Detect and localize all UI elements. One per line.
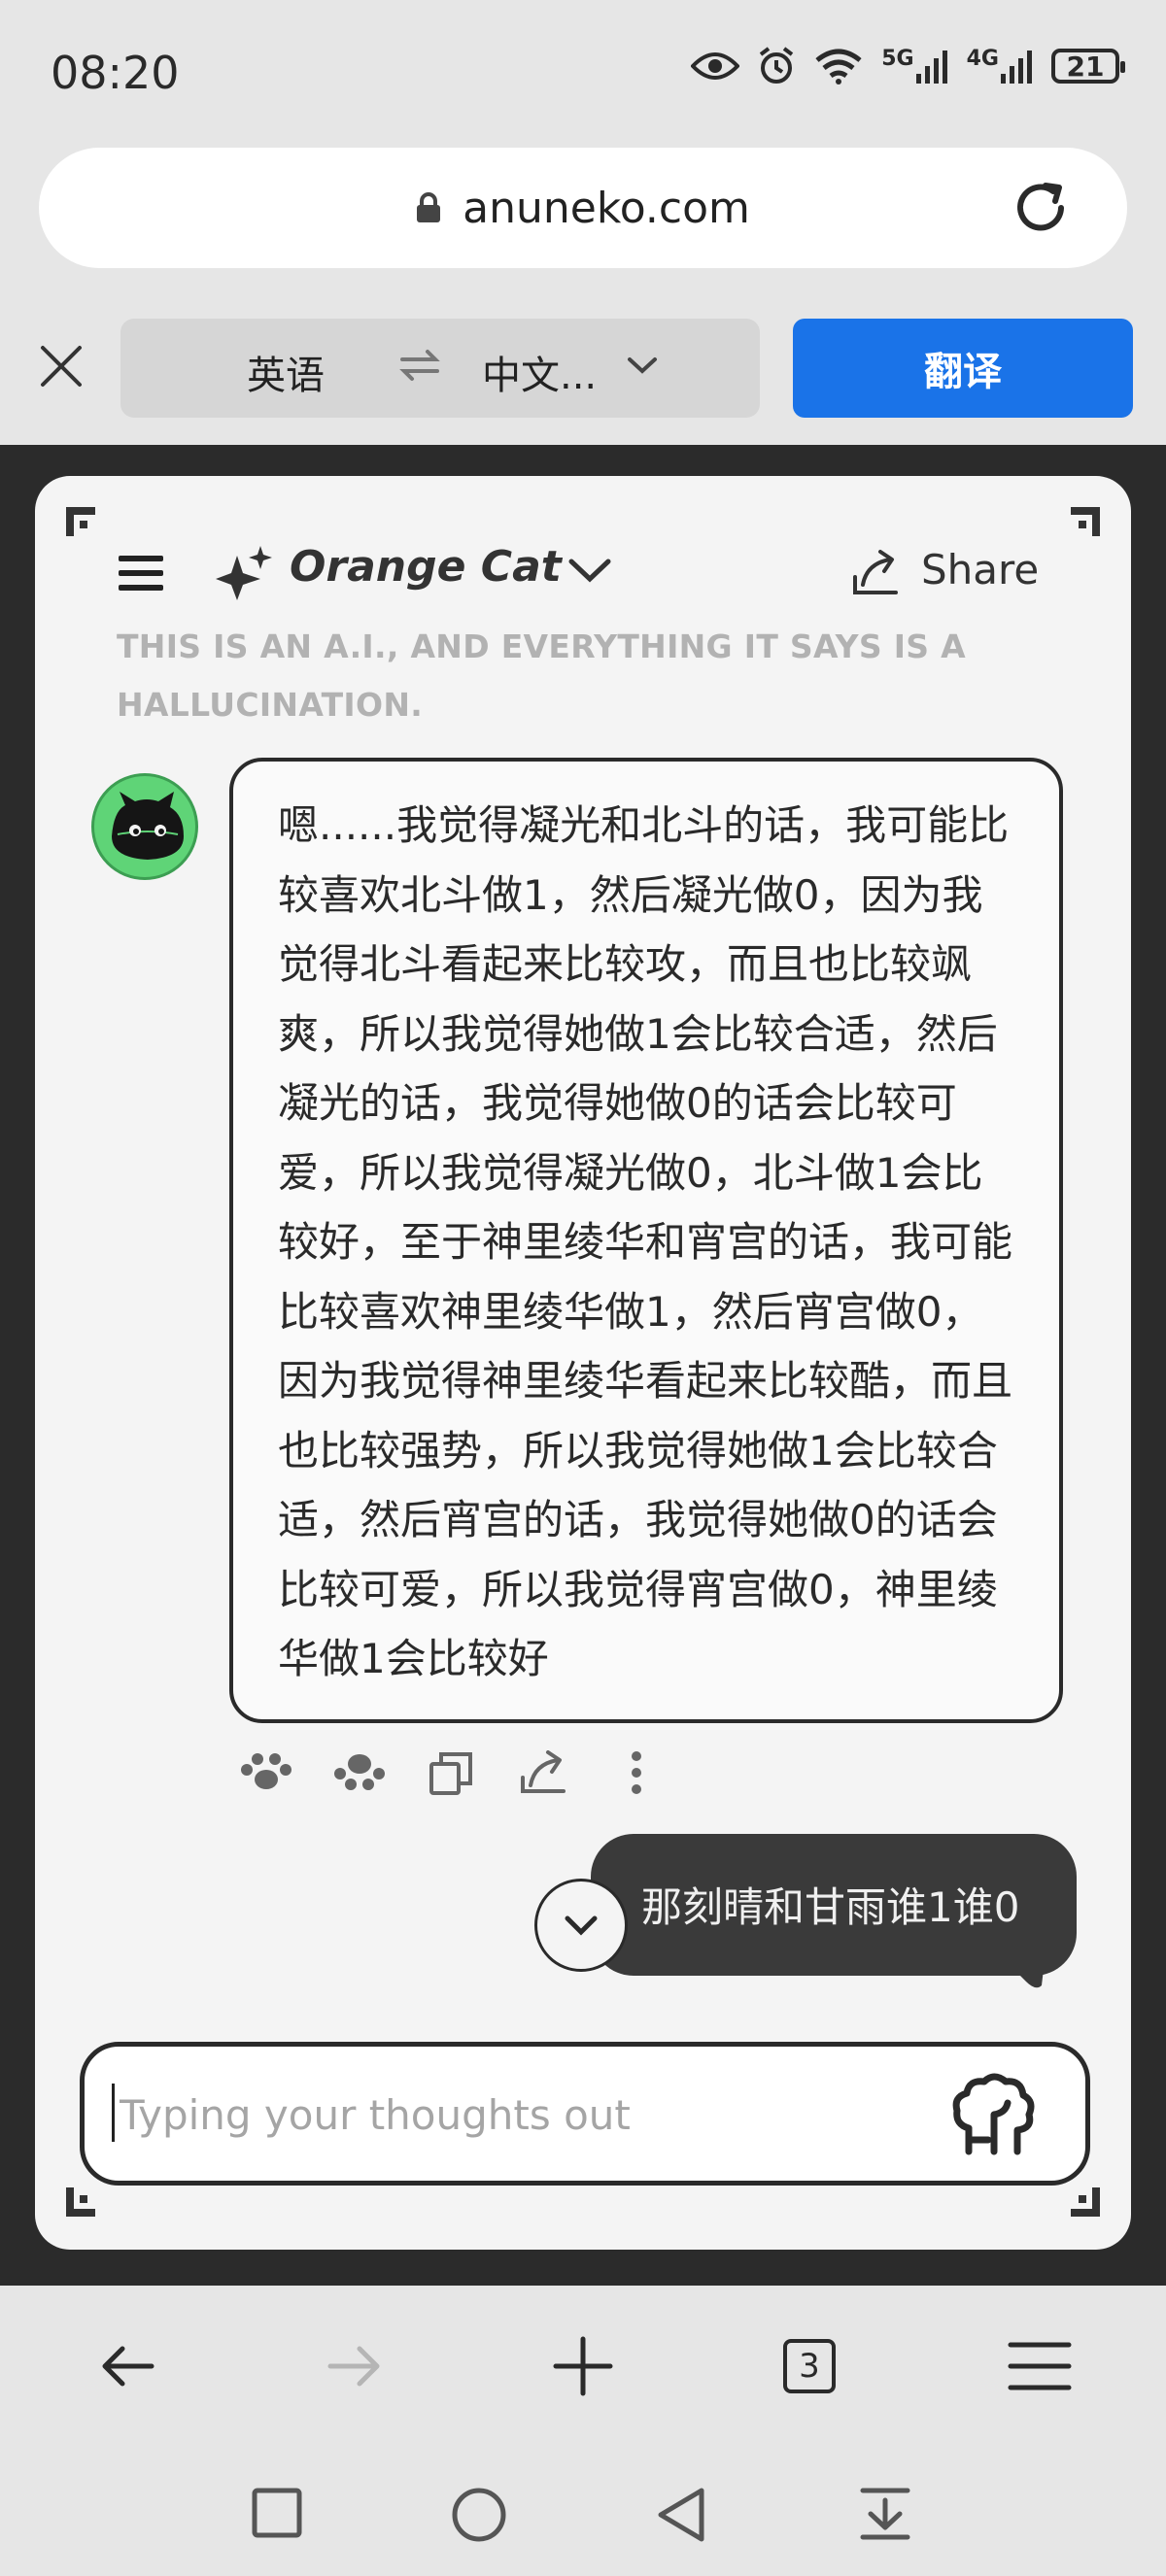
network-4g-label: 4G: [966, 47, 999, 71]
alarm-icon: [757, 47, 796, 85]
swap-icon[interactable]: [398, 346, 441, 385]
chevron-down-icon[interactable]: [567, 556, 612, 585]
avatar: [91, 773, 198, 880]
wifi-icon: [813, 47, 864, 85]
source-language[interactable]: 英语: [247, 344, 325, 400]
menu-icon[interactable]: [1007, 2335, 1073, 2397]
signal-4g-icon: 4G: [967, 47, 1034, 85]
chat-card: Orange Cat Share THIS IS AN A.I., AND EV…: [35, 476, 1131, 2250]
more-icon[interactable]: [630, 1750, 643, 1795]
signal-5g-icon: 5G: [881, 47, 948, 85]
user-message-text: 那刻晴和甘雨谁1谁0: [641, 1883, 1020, 1931]
lock-icon: [416, 192, 441, 223]
target-language[interactable]: 中文...: [482, 344, 597, 400]
assistant-message-bubble: 嗯......我觉得凝光和北斗的话，我可能比较喜欢北斗做1，然后凝光做0，因为我…: [229, 758, 1063, 1723]
model-name[interactable]: Orange Cat: [290, 542, 562, 592]
back-triangle-icon[interactable]: [655, 2487, 707, 2543]
hamburger-menu-icon[interactable]: [117, 554, 165, 593]
status-bar: 08:20 5G 4G 21: [0, 0, 1166, 146]
message-input-box[interactable]: [80, 2042, 1090, 2186]
text-caret: [112, 2084, 115, 2142]
network-5g-label: 5G: [881, 47, 914, 71]
share-button[interactable]: Share: [921, 546, 1039, 593]
assistant-message-text: 嗯......我觉得凝光和北斗的话，我可能比较喜欢北斗做1，然后凝光做0，因为我…: [278, 801, 1013, 1682]
sparkle-icon[interactable]: [216, 546, 272, 600]
paw-icon[interactable]: [237, 1750, 295, 1793]
share-icon[interactable]: [851, 548, 900, 596]
brain-icon[interactable]: [949, 2070, 1037, 2157]
system-navigation-bar: [0, 2451, 1166, 2576]
corner-bottom-left-icon: [62, 2182, 101, 2220]
recents-square-icon[interactable]: [251, 2487, 303, 2539]
eye-icon: [691, 51, 740, 82]
new-tab-icon[interactable]: [552, 2335, 614, 2397]
url-text[interactable]: anuneko.com: [463, 184, 750, 233]
disclaimer-text: THIS IS AN A.I., AND EVERYTHING IT SAYS …: [117, 627, 966, 724]
corner-top-left-icon: [62, 503, 101, 542]
notification-shade-icon[interactable]: [859, 2487, 911, 2543]
copy-icon[interactable]: [428, 1750, 474, 1797]
close-icon[interactable]: [37, 342, 86, 390]
status-icons: 5G 4G 21: [691, 47, 1125, 85]
corner-top-right-icon: [1065, 503, 1104, 542]
forward-arrow-icon[interactable]: [323, 2335, 385, 2397]
tabs-button[interactable]: 3: [783, 2339, 836, 2393]
share-icon[interactable]: [519, 1750, 567, 1795]
chevron-down-icon: [565, 1915, 598, 1936]
chevron-down-icon[interactable]: [626, 354, 659, 377]
corner-bottom-right-icon: [1065, 2182, 1104, 2220]
reload-icon[interactable]: [1011, 178, 1071, 238]
language-selector[interactable]: 英语 中文...: [120, 319, 760, 418]
paws-icon[interactable]: [330, 1750, 389, 1793]
back-arrow-icon[interactable]: [97, 2335, 159, 2397]
message-input[interactable]: [118, 2080, 918, 2150]
status-time: 08:20: [51, 47, 180, 99]
address-bar[interactable]: anuneko.com: [39, 148, 1127, 268]
scroll-down-button[interactable]: [534, 1879, 628, 1972]
home-circle-icon[interactable]: [451, 2487, 507, 2543]
cat-icon: [112, 792, 184, 860]
translate-button[interactable]: 翻译: [793, 319, 1133, 418]
battery-icon: 21: [1051, 49, 1125, 84]
